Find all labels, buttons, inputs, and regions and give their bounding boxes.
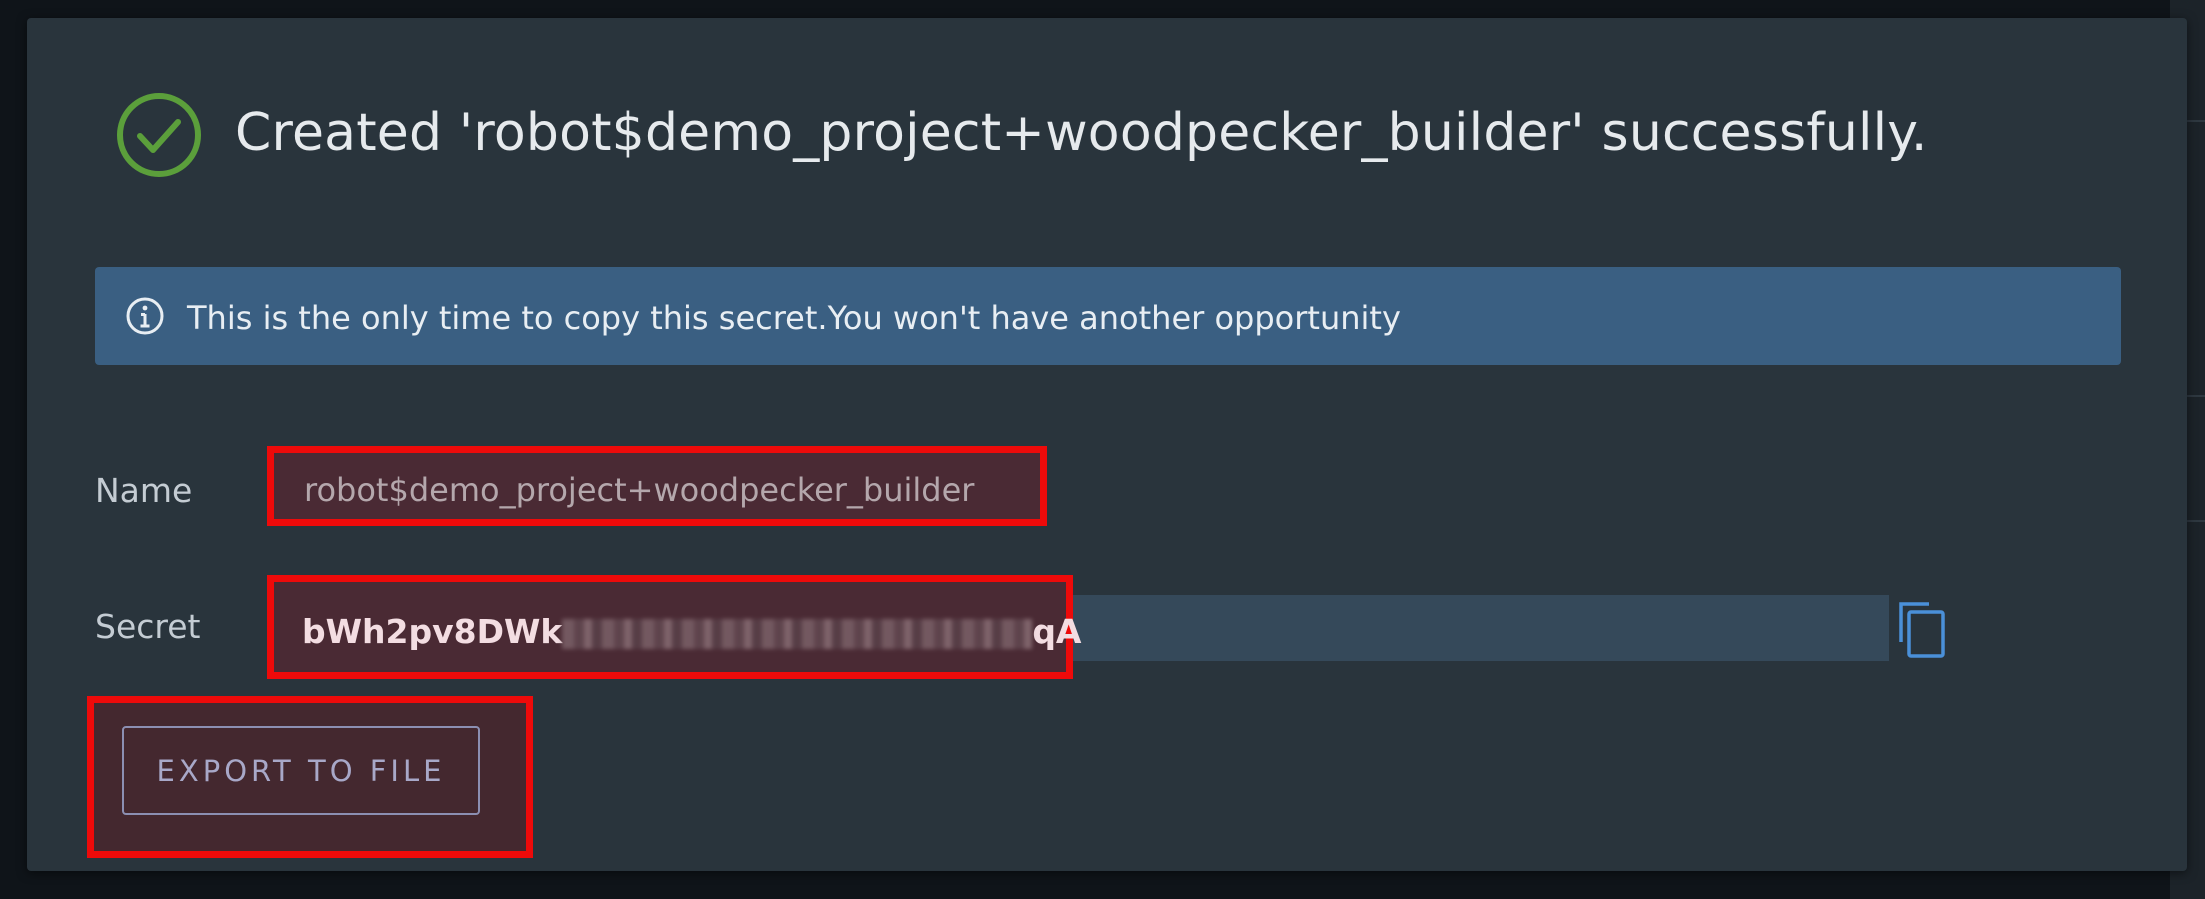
export-to-file-button[interactable]: EXPORT TO FILE [122, 726, 480, 815]
info-alert: This is the only time to copy this secre… [95, 267, 2121, 365]
name-value: robot$demo_project+woodpecker_builder [304, 471, 975, 509]
name-label: Name [95, 471, 193, 510]
check-circle-icon [117, 93, 201, 177]
name-field[interactable]: robot$demo_project+woodpecker_builder [267, 446, 1047, 526]
secret-value: bWh2pv8DWk qA [302, 612, 1081, 651]
secret-field[interactable]: bWh2pv8DWk qA [267, 575, 1081, 679]
info-icon [126, 297, 164, 335]
alert-message: This is the only time to copy this secre… [187, 299, 1401, 337]
secret-value-start: bWh2pv8DWk [302, 612, 563, 651]
secret-label: Secret [95, 607, 201, 646]
dialog-title: Created 'robot$demo_project+woodpecker_b… [235, 103, 1928, 163]
robot-account-created-dialog: Created 'robot$demo_project+woodpecker_b… [27, 18, 2187, 871]
redacted-secret [562, 618, 1033, 649]
secret-field-track[interactable] [1067, 595, 1889, 661]
secret-value-end: qA [1032, 612, 1082, 651]
copy-icon[interactable] [1895, 598, 1949, 660]
